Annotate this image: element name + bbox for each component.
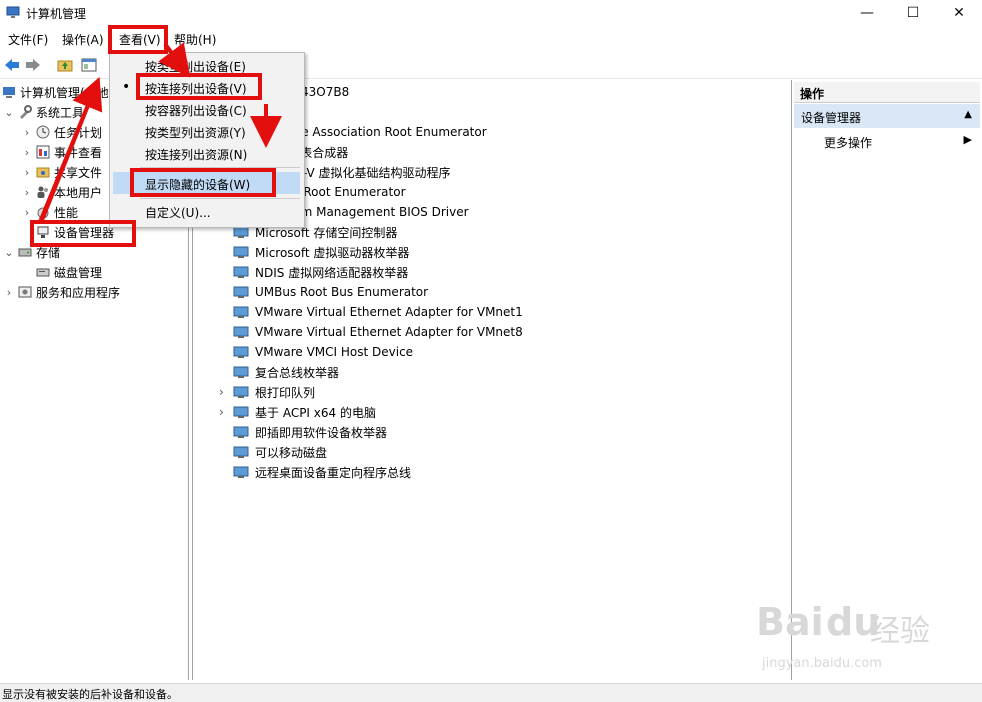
arrow-down-to-device-manager xyxy=(40,87,97,221)
status-text: 显示没有被安装的后补设备和设备。 xyxy=(2,688,178,701)
annotation-arrows xyxy=(38,42,282,223)
watermark-url: jingyan.baidu.com xyxy=(762,656,882,671)
watermark-jingyan: 经验 xyxy=(870,614,930,649)
status-bar: 显示没有被安装的后补设备和设备。 xyxy=(0,683,982,702)
watermark-brand: Bai xyxy=(756,600,824,644)
arrow-to-by-connection xyxy=(158,42,191,78)
watermark-logo: Bai du 经验 jingyan.baidu.com xyxy=(752,600,932,680)
